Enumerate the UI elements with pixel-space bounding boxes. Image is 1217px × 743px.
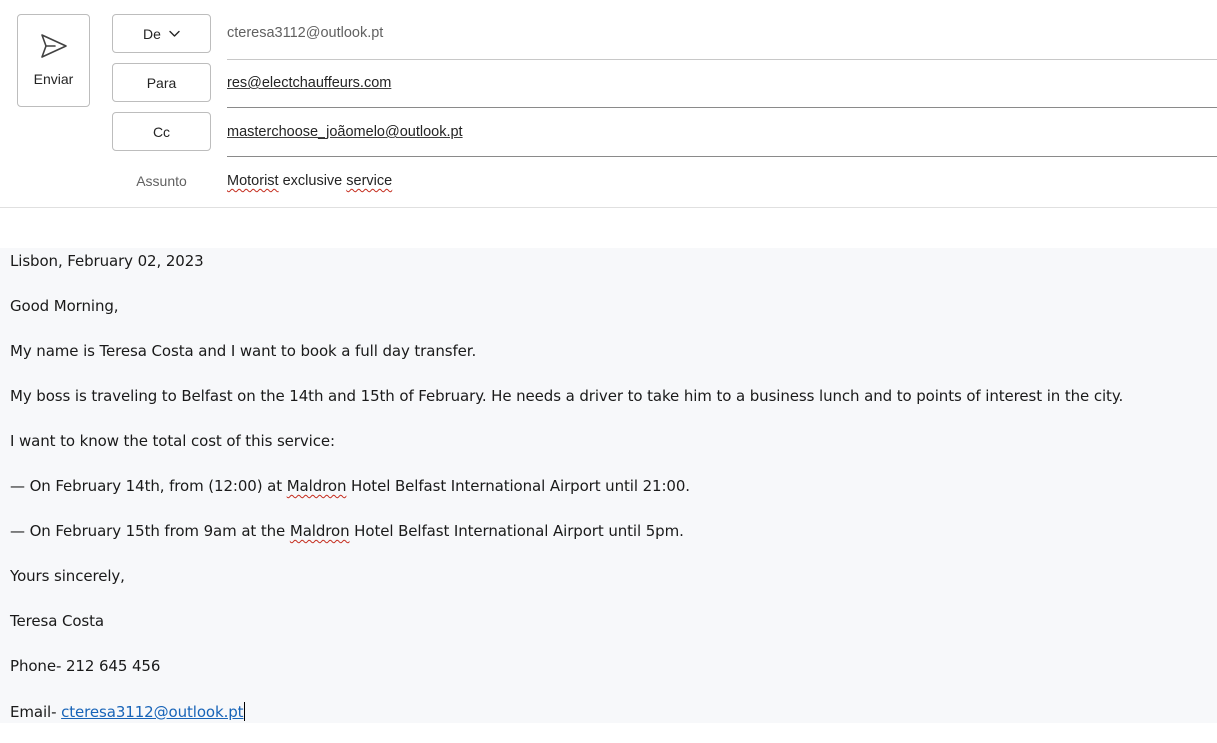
subject-misspelled-word: service — [346, 173, 393, 189]
to-field-underline[interactable] — [227, 107, 1217, 108]
send-button-label: Enviar — [33, 71, 74, 87]
header-divider — [0, 207, 1217, 208]
body-signature-email: Email- cteresa3112@outlook.pt — [10, 702, 246, 721]
body-paragraph: My boss is traveling to Belfast on the 1… — [10, 387, 1124, 405]
from-divider — [227, 59, 1217, 60]
to-recipient[interactable]: res@electchauffeurs.com — [227, 75, 391, 91]
compose-window: Enviar De cteresa3112@outlook.pt Para re… — [0, 0, 1217, 743]
body-text: Hotel Belfast International Airport unti… — [349, 522, 684, 540]
cc-field-underline[interactable] — [227, 156, 1217, 157]
body-paragraph: I want to know the total cost of this se… — [10, 432, 335, 450]
from-value: cteresa3112@outlook.pt — [227, 25, 384, 41]
text-cursor — [244, 702, 246, 721]
body-paragraph: My name is Teresa Costa and I want to bo… — [10, 342, 477, 360]
to-button[interactable]: Para — [112, 63, 211, 102]
subject-text: exclusive — [278, 173, 347, 189]
cc-label: Cc — [152, 123, 171, 140]
body-misspelled-word: Maldron — [286, 477, 347, 495]
from-label: De — [143, 25, 161, 42]
send-button[interactable]: Enviar — [17, 14, 90, 107]
body-misspelled-word: Maldron — [289, 522, 350, 540]
send-icon — [40, 34, 67, 58]
body-signature-name: Teresa Costa — [10, 612, 105, 630]
body-signature-phone: Phone- 212 645 456 — [10, 657, 161, 675]
body-text: — On February 15th from 9am at the — [10, 522, 290, 540]
body-text: — On February 14th, from (12:00) at — [10, 477, 287, 495]
email-label: Email- — [10, 703, 62, 721]
message-body[interactable]: Lisbon, February 02, 2023 Good Morning, … — [0, 248, 1217, 723]
chevron-down-icon — [169, 30, 180, 37]
body-closing: Yours sincerely, — [10, 567, 125, 585]
body-list-item: — On February 14th, from (12:00) at Mald… — [10, 477, 690, 495]
body-date: Lisbon, February 02, 2023 — [10, 252, 204, 270]
from-button[interactable]: De — [112, 14, 211, 53]
body-greeting: Good Morning, — [10, 297, 119, 315]
subject-label: Assunto — [136, 173, 187, 189]
to-label: Para — [146, 74, 177, 91]
body-list-item: — On February 15th from 9am at the Maldr… — [10, 522, 684, 540]
cc-button[interactable]: Cc — [112, 112, 211, 151]
subject-input[interactable]: Motorist exclusive service — [227, 173, 392, 189]
subject-misspelled-word: Motorist — [227, 173, 279, 189]
email-link[interactable]: cteresa3112@outlook.pt — [61, 703, 243, 721]
cc-recipient[interactable]: masterchoose_joãomelo@outlook.pt — [227, 124, 463, 140]
body-text: Hotel Belfast International Airport unti… — [346, 477, 690, 495]
